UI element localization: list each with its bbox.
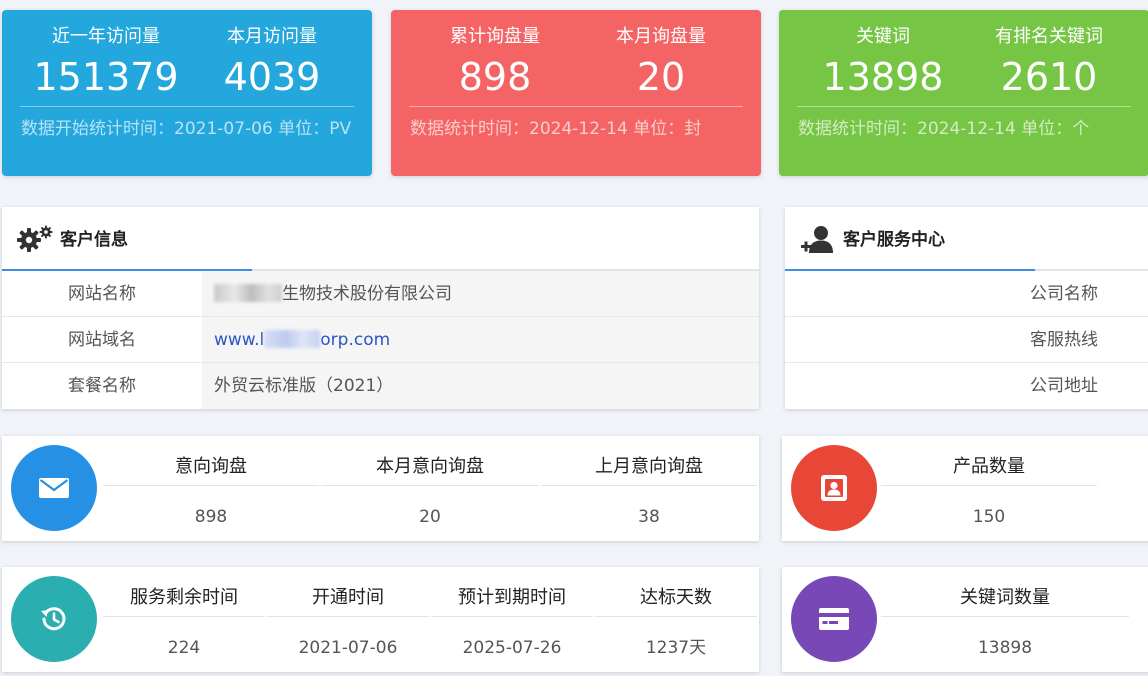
hotline-row: 客服热线 (785, 317, 1148, 363)
expiry-date-label: 预计到期时间 (431, 567, 593, 617)
domain-label: 网站域名 (68, 330, 136, 350)
package-row: 套餐名称 外贸云标准版（2021） (2, 363, 759, 409)
keyword-footer: 数据统计时间：2024-12-14 单位：个 (798, 119, 1090, 139)
service-remaining: 服务剩余时间 224 (102, 567, 266, 672)
mail-icon-circle (11, 445, 97, 531)
redacted-text (214, 284, 282, 302)
last-month-intent-inquiries: 上月意向询盘 38 (540, 436, 758, 541)
domain-row: 网站域名 www.l orp.com (2, 317, 759, 363)
expiry-date: 预计到期时间 2025-07-26 (430, 567, 594, 672)
domain-value[interactable]: www.l orp.com (202, 317, 759, 362)
product-count-value: 150 (972, 507, 1006, 527)
total-inquiries: 累计询盘量 898 (420, 24, 570, 102)
package-value: 外贸云标准版（2021） (202, 363, 759, 409)
visits-stat-card: 近一年访问量 151379 本月访问量 4039 数据开始统计时间：2021-0… (2, 10, 372, 176)
keyword-count-label: 关键词数量 (881, 567, 1129, 617)
total-inquiries-value: 898 (458, 55, 532, 99)
monthly-visits-label: 本月访问量 (227, 26, 317, 47)
company-address-row: 公司地址 (785, 363, 1148, 409)
keyword-count-value: 13898 (977, 638, 1033, 658)
monthly-inquiries-label: 本月询盘量 (616, 26, 706, 47)
intent-inquiries: 意向询盘 898 (102, 436, 320, 541)
intent-inquiries-label: 意向询盘 (103, 436, 319, 486)
service-time-card: 服务剩余时间 224 开通时间 2021-07-06 预计到期时间 2025-0… (2, 567, 759, 672)
monthly-inquiries-value: 20 (636, 55, 686, 99)
history-icon-circle (11, 576, 97, 662)
ranked-keywords-value: 2610 (1000, 55, 1098, 99)
customer-info-title: 客户信息 (60, 230, 128, 250)
monthly-visits-value: 4039 (223, 55, 321, 99)
total-inquiries-label: 累计询盘量 (450, 26, 540, 47)
redacted-text (264, 330, 321, 348)
month-intent-inquiries: 本月意向询盘 20 (320, 436, 540, 541)
domain-prefix: www.l (214, 330, 265, 350)
product-count: 产品数量 150 (880, 436, 1098, 541)
site-name-label: 网站名称 (68, 284, 136, 304)
keyword-count-card: 关键词数量 13898 (782, 567, 1148, 672)
ranked-keywords: 有排名关键词 2610 (974, 24, 1124, 102)
service-center-panel: 客户服务中心 公司名称 客服热线 公司地址 (785, 207, 1148, 409)
last-month-intent-inquiries-label: 上月意向询盘 (541, 436, 757, 486)
ranked-keywords-label: 有排名关键词 (995, 26, 1103, 47)
company-address-label: 公司地址 (1030, 376, 1098, 396)
portrait-icon (821, 475, 847, 501)
customer-info-panel: 客户信息 网站名称 生物技术股份有限公司 网站域名 www.l orp.com 套… (2, 207, 759, 409)
credit-card-icon-circle (791, 576, 877, 662)
activation-date-label: 开通时间 (267, 567, 429, 617)
site-name-value: 生物技术股份有限公司 (202, 271, 759, 316)
inquiry-metrics-card: 意向询盘 898 本月意向询盘 20 上月意向询盘 38 (2, 436, 759, 541)
monthly-visits: 本月访问量 4039 (197, 24, 347, 102)
stat-divider (20, 106, 354, 107)
hotline-label: 客服热线 (1030, 330, 1098, 350)
activation-date: 开通时间 2021-07-06 (266, 567, 430, 672)
stat-divider (409, 106, 743, 107)
keyword-stat-card: 关键词 13898 有排名关键词 2610 数据统计时间：2024-12-14 … (779, 10, 1148, 176)
intent-inquiries-value: 898 (194, 507, 228, 527)
keywords-total-value: 13898 (822, 55, 944, 99)
stat-divider (797, 106, 1131, 107)
visits-footer: 数据开始统计时间：2021-07-06 单位：PV (21, 119, 352, 139)
site-name-row: 网站名称 生物技术股份有限公司 (2, 271, 759, 317)
company-name-row: 公司名称 (785, 271, 1148, 317)
service-center-title: 客户服务中心 (843, 230, 945, 250)
history-icon (41, 607, 66, 631)
monthly-inquiries: 本月询盘量 20 (586, 24, 736, 102)
company-name-label: 公司名称 (1030, 284, 1098, 304)
qualified-days: 达标天数 1237天 (594, 567, 758, 672)
keywords-total: 关键词 13898 (808, 24, 958, 102)
activation-date-value: 2021-07-06 (298, 638, 398, 658)
inquiry-footer: 数据统计时间：2024-12-14 单位：封 (410, 119, 702, 139)
service-remaining-value: 224 (167, 638, 201, 658)
qualified-days-value: 1237天 (645, 638, 707, 658)
credit-card-icon (819, 608, 849, 630)
package-label: 套餐名称 (68, 376, 136, 396)
mail-icon (39, 478, 69, 498)
yearly-visits: 近一年访问量 151379 (31, 24, 181, 102)
service-remaining-label: 服务剩余时间 (103, 567, 265, 617)
qualified-days-label: 达标天数 (595, 567, 757, 617)
expiry-date-value: 2025-07-26 (462, 638, 562, 658)
portrait-icon-circle (791, 445, 877, 531)
customer-info-header: 客户信息 (2, 207, 759, 271)
keywords-total-label: 关键词 (856, 26, 910, 47)
gears-icon (17, 225, 53, 252)
yearly-visits-value: 151379 (33, 55, 179, 99)
product-count-card: 产品数量 150 (782, 436, 1148, 541)
service-center-header: 客户服务中心 (785, 207, 1148, 271)
month-intent-inquiries-value: 20 (419, 507, 441, 527)
last-month-intent-inquiries-value: 38 (638, 507, 660, 527)
inquiry-stat-card: 累计询盘量 898 本月询盘量 20 数据统计时间：2024-12-14 单位：… (391, 10, 761, 176)
keyword-count: 关键词数量 13898 (880, 567, 1130, 672)
site-name-text: 生物技术股份有限公司 (282, 284, 452, 304)
domain-suffix: orp.com (320, 330, 391, 350)
product-count-label: 产品数量 (881, 436, 1097, 486)
month-intent-inquiries-label: 本月意向询盘 (321, 436, 539, 486)
yearly-visits-label: 近一年访问量 (52, 26, 160, 47)
user-plus-icon (801, 226, 833, 253)
